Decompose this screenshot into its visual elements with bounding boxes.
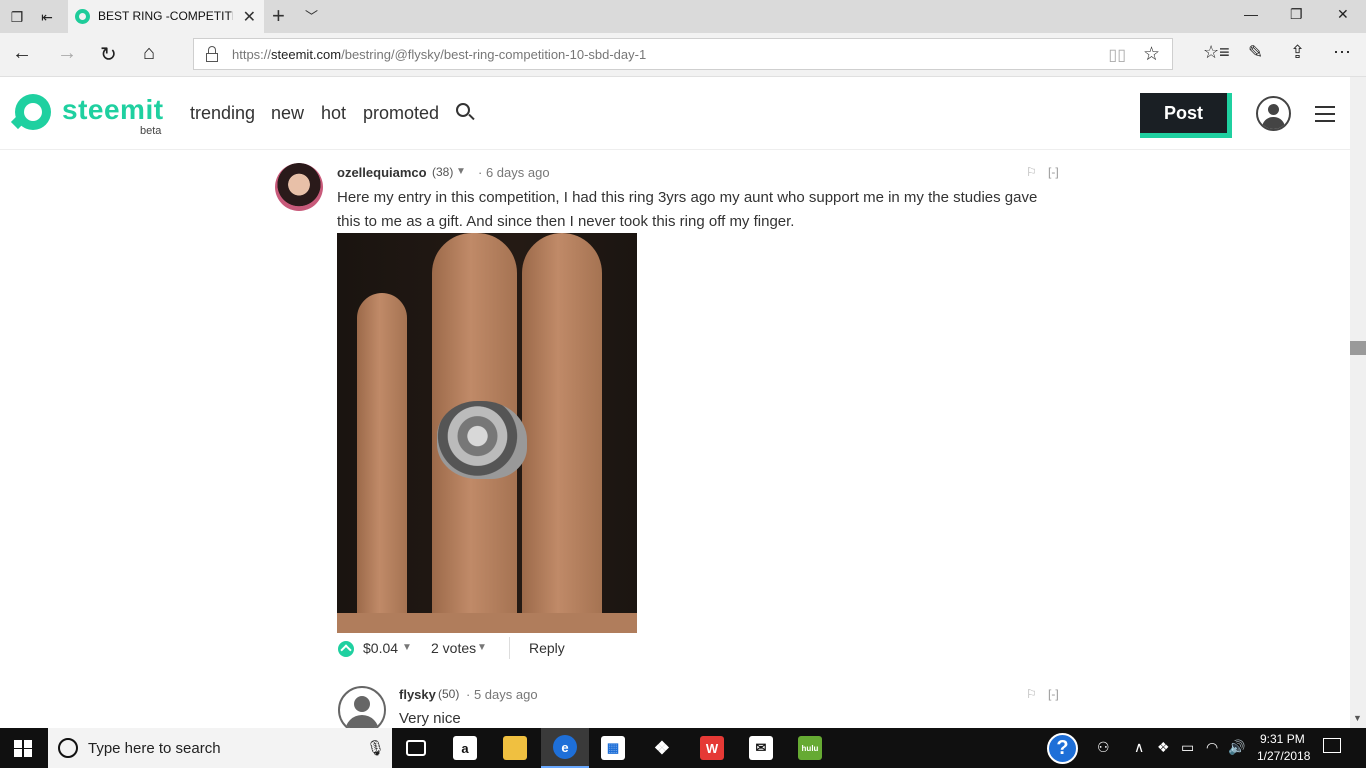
page-scrollbar[interactable] [1350,77,1366,728]
lock-icon [206,46,218,62]
user-avatar-icon[interactable] [1256,96,1291,131]
favorites-hub-icon[interactable]: ☆≡ [1203,42,1230,63]
nav-new[interactable]: new [271,103,304,124]
store-icon[interactable]: ▦ [589,728,637,768]
author-reputation: (50) [438,687,460,701]
edge-icon[interactable]: e [541,728,589,768]
browser-tab[interactable]: BEST RING -COMPETITI ✕ [68,0,264,33]
comment-time[interactable]: · 6 days ago [478,165,550,180]
comment-time[interactable]: · 5 days ago [466,687,538,702]
comment-avatar[interactable] [338,686,386,734]
collapse-toggle[interactable]: [-] [1048,165,1059,179]
minimize-icon[interactable]: — [1244,6,1258,22]
tab-menu-chevron-icon[interactable]: ﹀ [305,6,318,25]
mail-icon[interactable]: ✉ [737,728,785,768]
wifi-icon[interactable]: ◠ [1206,739,1218,756]
restore-icon[interactable]: ❐ [1290,6,1303,23]
author-reputation: (38) [432,165,454,179]
divider [509,637,510,659]
search-icon[interactable] [456,103,475,121]
wps-office-icon[interactable]: W [688,728,736,768]
refresh-icon[interactable]: ↻ [100,42,117,67]
cortana-icon [58,738,78,758]
payout-value[interactable]: $0.04 [363,640,398,656]
file-explorer-icon[interactable] [491,728,539,768]
home-icon[interactable]: ⌂ [143,42,155,65]
web-note-icon[interactable]: ✎ [1248,42,1263,63]
set-tabs-aside-icon[interactable]: ⇤ [36,6,58,28]
post-button[interactable]: Post [1140,93,1227,133]
tab-list-icon[interactable]: ❐ [6,6,28,28]
comment-author[interactable]: flysky [399,687,436,702]
taskbar-search-placeholder: Type here to search [88,740,221,757]
clock-date[interactable]: 1/27/2018 [1257,749,1310,763]
beta-label: beta [140,125,162,137]
scrollbar-thumb[interactable] [1350,341,1366,355]
collapse-toggle[interactable]: [-] [1048,687,1059,701]
hulu-icon[interactable]: hulu [786,728,834,768]
comment-body: Very nice [399,710,461,727]
site-header: steemit beta trending new hot promoted P… [0,77,1350,150]
new-tab-icon[interactable]: + [272,3,285,29]
close-tab-icon[interactable]: ✕ [243,7,256,27]
back-icon[interactable]: ← [12,42,32,65]
nav-hot[interactable]: hot [321,103,346,124]
share-icon[interactable]: ⇪ [1290,42,1305,63]
reading-view-icon[interactable]: ▯▯ [1108,45,1126,65]
windows-taskbar: Type here to search 🎙 a e ▦ ❖ W ✉ hulu ?… [0,728,1366,768]
forward-icon[interactable]: → [57,42,77,65]
url-text: https://steemit.com/bestring/@flysky/bes… [232,47,647,62]
favorite-star-icon[interactable]: ☆ [1143,43,1160,66]
action-center-icon[interactable] [1323,738,1341,753]
taskbar-search-box[interactable]: Type here to search 🎙 [48,728,392,768]
tab-title: BEST RING -COMPETITI [98,9,233,23]
author-menu-caret-icon[interactable]: ▼ [456,166,466,177]
amazon-icon[interactable]: a [441,728,489,768]
site-logo[interactable]: steemit [62,94,164,126]
task-view-icon[interactable] [392,728,440,768]
flag-icon[interactable]: ⚐ [1026,165,1037,179]
people-icon[interactable]: ⚇ [1097,739,1110,756]
battery-icon[interactable]: ▭ [1181,739,1194,756]
steemit-logo-icon[interactable] [15,94,51,130]
menu-icon[interactable] [1315,106,1335,122]
dropbox-tray-icon[interactable]: ❖ [1157,739,1170,756]
votes-count[interactable]: 2 votes [431,640,476,656]
nav-promoted[interactable]: promoted [363,103,439,124]
upvote-icon[interactable] [338,641,354,657]
dropbox-icon[interactable]: ❖ [638,728,686,768]
steemit-favicon-icon [75,9,90,24]
ring [437,401,527,479]
help-icon[interactable]: ? [1047,733,1078,764]
microphone-icon[interactable]: 🎙 [366,739,385,757]
votes-caret-icon[interactable]: ▼ [477,642,487,653]
browser-tabstrip: ❐ ⇤ BEST RING -COMPETITI ✕ + ﹀ — ❐ ✕ [0,0,1366,33]
clock-time[interactable]: 9:31 PM [1260,732,1305,746]
payout-caret-icon[interactable]: ▼ [402,642,412,653]
tray-chevron-icon[interactable]: ∧ [1134,739,1144,756]
more-icon[interactable]: ⋯ [1333,42,1351,63]
ring-photo[interactable] [337,233,637,633]
reply-link[interactable]: Reply [529,640,565,656]
close-window-icon[interactable]: ✕ [1337,6,1349,23]
comment-author[interactable]: ozellequiamco [337,165,427,180]
browser-navbar: ← → ↻ ⌂ https://steemit.com/bestring/@fl… [0,33,1366,77]
comment-avatar[interactable] [275,163,323,211]
nav-trending[interactable]: trending [190,103,255,124]
windows-start-icon[interactable] [14,740,32,757]
flag-icon[interactable]: ⚐ [1026,687,1037,701]
address-bar[interactable]: https://steemit.com/bestring/@flysky/bes… [193,38,1173,70]
comment-body: Here my entry in this competition, I had… [337,189,1038,230]
volume-icon[interactable]: 🔊 [1228,739,1245,756]
scroll-down-icon[interactable]: ▼ [1353,713,1362,723]
